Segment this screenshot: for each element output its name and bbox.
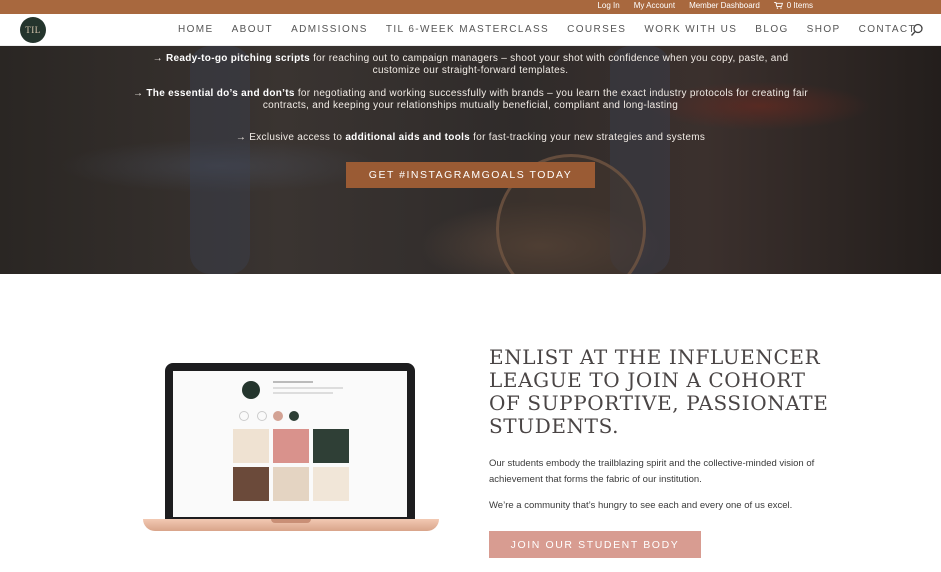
highlight-circle: [289, 411, 299, 421]
post-thumbnail: [273, 467, 309, 501]
nav-item-about[interactable]: ABOUT: [232, 24, 273, 35]
profile-text-line: [273, 392, 333, 394]
profile-avatar: [242, 381, 260, 399]
post-thumbnail: [273, 429, 309, 463]
hero-photo-detail: [190, 46, 250, 274]
laptop-notch: [271, 519, 311, 523]
logo-text: TIL: [25, 25, 41, 35]
nav-item-blog[interactable]: BLOG: [755, 24, 788, 35]
cohort-heading: ENLIST AT THE INFLUENCER LEAGUE TO JOIN …: [489, 345, 829, 438]
instagram-profile-screenshot: [173, 371, 407, 517]
instagram-post-grid: [233, 429, 349, 501]
highlight-circle: [239, 411, 249, 421]
hero-bullet-2: → The essential do’s and don’ts for nego…: [0, 88, 941, 100]
post-thumbnail: [313, 467, 349, 501]
bullet-bold: additional aids and tools: [345, 132, 471, 143]
post-thumbnail: [233, 467, 269, 501]
laptop-screen-bezel: [165, 363, 415, 519]
hero-bullet-3: → Exclusive access to additional aids an…: [0, 132, 941, 144]
bullet-text: for negotiating and working successfully…: [294, 88, 809, 99]
instagram-goals-cta-button[interactable]: GET #INSTAGRAMGOALS TODAY: [346, 162, 595, 188]
member-dashboard-link[interactable]: Member Dashboard: [689, 1, 760, 10]
nav-item-courses[interactable]: COURSES: [567, 24, 626, 35]
community-paragraph: We’re a community that’s hungry to see e…: [489, 500, 793, 511]
hero-section: → Ready-to-go pitching scripts for reach…: [0, 46, 941, 274]
nav-item-masterclass[interactable]: TIL 6-WEEK MASTERCLASS: [386, 24, 549, 35]
highlight-circle: [273, 411, 283, 421]
post-thumbnail: [233, 429, 269, 463]
nav-item-home[interactable]: HOME: [178, 24, 214, 35]
cart-icon: [773, 2, 783, 9]
my-account-link[interactable]: My Account: [634, 1, 675, 10]
site-logo[interactable]: TIL: [20, 17, 46, 43]
hero-bullet-2-cont: contracts, and keeping your relationship…: [262, 100, 679, 111]
profile-text-line: [273, 381, 313, 383]
arrow-icon: →: [132, 88, 144, 99]
nav-item-contact[interactable]: CONTACT: [859, 24, 916, 35]
post-thumbnail: [313, 429, 349, 463]
students-paragraph: Our students embody the trailblazing spi…: [489, 458, 815, 485]
login-link[interactable]: Log In: [597, 1, 619, 10]
search-icon[interactable]: [910, 23, 924, 37]
cart-count: 0 Items: [786, 1, 813, 10]
hero-bullet-1-cont: customize our straight-forward templates…: [372, 65, 569, 76]
bullet-text: Exclusive access to: [249, 132, 346, 143]
nav-menu: HOME ABOUT ADMISSIONS TIL 6-WEEK MASTERC…: [178, 24, 934, 35]
arrow-icon: →: [235, 132, 247, 143]
utility-bar: Log In My Account Member Dashboard 0 Ite…: [0, 0, 941, 14]
profile-text-line: [273, 387, 343, 389]
nav-item-admissions[interactable]: ADMISSIONS: [291, 24, 368, 35]
nav-item-shop[interactable]: SHOP: [807, 24, 841, 35]
bullet-bold: The essential do’s and don’ts: [146, 88, 295, 99]
hero-bullet-1: → Ready-to-go pitching scripts for reach…: [0, 53, 941, 65]
highlight-circle: [257, 411, 267, 421]
join-student-body-button[interactable]: JOIN OUR STUDENT BODY: [489, 531, 701, 558]
bullet-text: for fast-tracking your new strategies an…: [470, 132, 706, 143]
utility-links: Log In My Account Member Dashboard 0 Ite…: [597, 1, 813, 10]
main-nav: TIL HOME ABOUT ADMISSIONS TIL 6-WEEK MAS…: [0, 14, 941, 46]
bullet-text: for reaching out to campaign managers – …: [310, 53, 789, 64]
cart-link[interactable]: 0 Items: [773, 1, 813, 10]
bullet-bold: Ready-to-go pitching scripts: [166, 53, 310, 64]
arrow-icon: →: [152, 53, 163, 64]
nav-item-work-with-us[interactable]: WORK WITH US: [644, 24, 737, 35]
laptop-mockup-image: [143, 363, 439, 539]
